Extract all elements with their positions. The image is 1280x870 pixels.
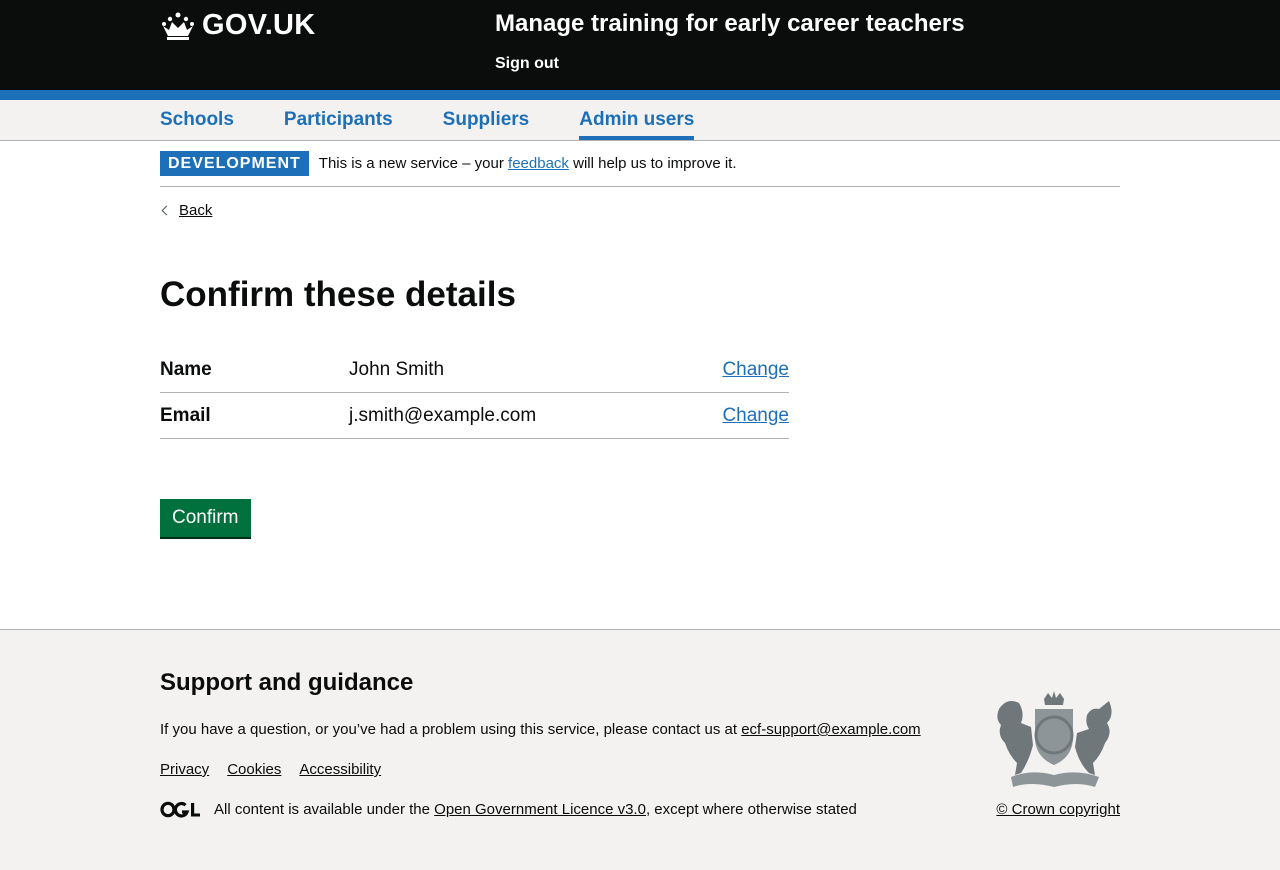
logo-text: GOV.UK xyxy=(202,9,316,41)
footer-help-text: If you have a question, or you’ve had a … xyxy=(160,721,921,738)
page-title: Confirm these details xyxy=(160,275,516,314)
header-blue-bar xyxy=(0,90,1280,100)
summary-row-email: Email j.smith@example.com Change xyxy=(160,393,789,439)
service-name-link[interactable]: Manage training for early career teacher… xyxy=(495,10,965,38)
nav-item-participants: Participants xyxy=(284,100,393,140)
site-footer: Support and guidance If you have a quest… xyxy=(0,629,1280,870)
back-link-container: Back xyxy=(160,202,212,219)
phase-text: This is a new service – your feedback wi… xyxy=(319,155,737,172)
phase-banner: DEVELOPMENT This is a new service – your… xyxy=(160,141,1120,187)
nav-item-admin-users: Admin users xyxy=(579,100,694,140)
royal-coat-of-arms-icon xyxy=(997,691,1112,787)
feedback-link[interactable]: feedback xyxy=(508,155,569,172)
confirm-button[interactable]: Confirm xyxy=(160,499,251,537)
summary-row-name: Name John Smith Change xyxy=(160,347,789,393)
site-header: GOV.UK Manage training for early career … xyxy=(0,0,1280,90)
crown-copyright: © Crown copyright xyxy=(996,801,1120,818)
primary-navigation: Schools Participants Suppliers Admin use… xyxy=(0,100,1280,141)
licence-text-before: All content is available under the xyxy=(214,801,430,818)
ogl-logo-icon xyxy=(160,801,200,818)
support-email-link[interactable]: ecf-support@example.com xyxy=(741,721,920,738)
footer-link-privacy[interactable]: Privacy xyxy=(160,761,209,778)
phase-tag: DEVELOPMENT xyxy=(160,151,309,176)
crown-copyright-link[interactable]: © Crown copyright xyxy=(996,801,1120,818)
nav-link-participants[interactable]: Participants xyxy=(284,100,393,140)
summary-value: j.smith@example.com xyxy=(349,404,537,426)
chevron-left-icon xyxy=(161,205,172,216)
change-name-link[interactable]: Change xyxy=(722,359,789,380)
nav-item-suppliers: Suppliers xyxy=(443,100,530,140)
ogl-link[interactable]: Open Government Licence v3.0 xyxy=(434,801,646,818)
change-email-link[interactable]: Change xyxy=(722,405,789,426)
crown-icon xyxy=(162,12,194,40)
summary-key: Email xyxy=(160,404,211,426)
nav-link-schools[interactable]: Schools xyxy=(160,100,234,140)
govuk-logo-link[interactable]: GOV.UK xyxy=(160,9,316,42)
phase-text-after: will help us to improve it. xyxy=(573,155,737,172)
footer-links: Privacy Cookies Accessibility xyxy=(160,761,381,778)
nav-item-schools: Schools xyxy=(160,100,234,140)
summary-value: John Smith xyxy=(349,358,445,380)
footer-link-accessibility[interactable]: Accessibility xyxy=(299,761,381,778)
nav-link-suppliers[interactable]: Suppliers xyxy=(443,100,530,140)
summary-key: Name xyxy=(160,358,212,380)
phase-text-before: This is a new service – your xyxy=(318,155,504,172)
licence-text-after: , except where otherwise stated xyxy=(645,801,857,818)
footer-link-cookies[interactable]: Cookies xyxy=(227,761,281,778)
footer-help-sentence: If you have a question, or you’ve had a … xyxy=(160,721,738,738)
licence-statement: All content is available under the Open … xyxy=(160,801,857,818)
summary-list: Name John Smith Change Email j.smith@exa… xyxy=(160,347,789,439)
back-link[interactable]: Back xyxy=(179,202,212,219)
nav-link-admin-users[interactable]: Admin users xyxy=(579,100,694,140)
footer-heading: Support and guidance xyxy=(160,669,414,696)
sign-out-link[interactable]: Sign out xyxy=(495,55,559,73)
